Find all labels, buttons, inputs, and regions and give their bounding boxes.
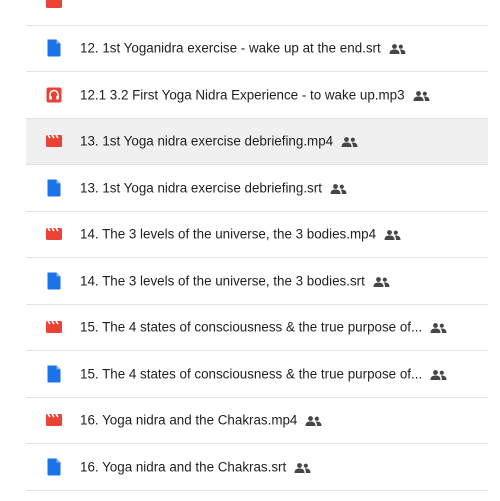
file-name: 16. Yoga nidra and the Chakras.mp4 xyxy=(80,412,298,428)
file-row[interactable]: 13. 1st Yoga nidra exercise debriefing.s… xyxy=(26,165,488,212)
video-file-icon xyxy=(46,132,62,150)
file-row[interactable]: 14. The 3 levels of the universe, the 3 … xyxy=(26,212,488,258)
file-name: 13. 1st Yoga nidra exercise debriefing.m… xyxy=(80,133,334,149)
people-shared-icon xyxy=(384,229,401,241)
file-row[interactable]: 15. The 4 states of consciousness & the … xyxy=(26,351,488,398)
file-name: 14. The 3 levels of the universe, the 3 … xyxy=(80,226,377,242)
people-shared-icon xyxy=(373,275,390,287)
video-file-icon xyxy=(46,411,62,429)
document-file-icon xyxy=(46,179,62,197)
file-row[interactable]: 14. The 3 levels of the universe, the 3 … xyxy=(26,258,488,305)
list-bottom-edge xyxy=(26,490,488,501)
file-name: 12. 1st Yoganidra exercise - wake up at … xyxy=(80,40,381,56)
file-row[interactable]: 12.1 3.2 First Yoga Nidra Experience - t… xyxy=(26,72,488,119)
file-list: 12. 1st Yoganidra exercise - wake up at … xyxy=(26,0,488,491)
document-file-icon xyxy=(46,365,62,383)
file-name: 15. The 4 states of consciousness & the … xyxy=(80,319,423,335)
file-row[interactable]: 12. 1st Yoganidra exercise - wake up at … xyxy=(26,26,488,72)
file-name: 14. The 3 levels of the universe, the 3 … xyxy=(80,273,365,289)
file-row[interactable] xyxy=(26,0,488,26)
file-row[interactable]: 15. The 4 states of consciousness & the … xyxy=(26,305,488,351)
people-shared-icon xyxy=(430,368,447,380)
people-shared-icon xyxy=(341,136,358,148)
video-file-icon xyxy=(46,225,62,243)
document-file-icon xyxy=(46,272,62,290)
file-name: 16. Yoga nidra and the Chakras.srt xyxy=(80,459,287,475)
file-name: 15. The 4 states of consciousness & the … xyxy=(80,366,423,382)
video-file-icon xyxy=(46,318,62,336)
people-shared-icon xyxy=(330,182,347,194)
document-file-icon xyxy=(46,458,62,476)
people-shared-icon xyxy=(430,322,447,334)
file-row[interactable]: 16. Yoga nidra and the Chakras.srt xyxy=(26,444,488,491)
file-name: 12.1 3.2 First Yoga Nidra Experience - t… xyxy=(80,87,405,103)
people-shared-icon xyxy=(305,415,322,427)
audio-file-icon xyxy=(46,86,62,104)
video-file-icon xyxy=(46,0,62,11)
file-name: 13. 1st Yoga nidra exercise debriefing.s… xyxy=(80,180,322,196)
people-shared-icon xyxy=(413,89,430,101)
file-row[interactable]: 16. Yoga nidra and the Chakras.mp4 xyxy=(26,398,488,444)
people-shared-icon xyxy=(389,43,406,55)
document-file-icon xyxy=(46,39,62,57)
file-row-selected[interactable]: 13. 1st Yoga nidra exercise debriefing.m… xyxy=(26,118,488,165)
people-shared-icon xyxy=(294,461,311,473)
